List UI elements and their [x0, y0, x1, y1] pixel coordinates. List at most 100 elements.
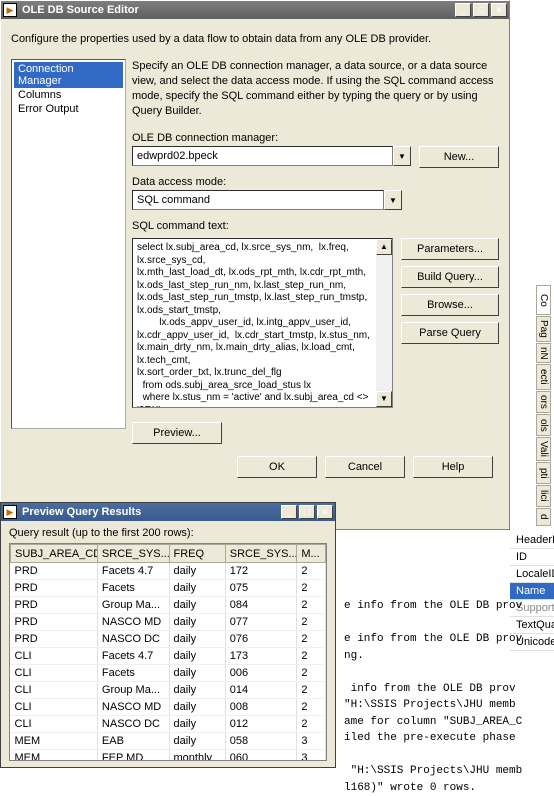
side-tab[interactable]: nN: [536, 343, 551, 363]
cell: daily: [169, 665, 225, 682]
scroll-down-button[interactable]: ▼: [376, 391, 392, 407]
conn-dropdown[interactable]: ▼: [393, 146, 411, 166]
conn-label: OLE DB connection manager:: [132, 132, 499, 144]
cell: 173: [225, 648, 297, 665]
close-button[interactable]: ✕: [491, 3, 507, 17]
table-row[interactable]: CLIFacets 4.7daily1732: [11, 648, 326, 665]
cell: daily: [169, 733, 225, 750]
cell: PRD: [11, 597, 98, 614]
cell: 2: [297, 699, 326, 716]
cell: 014: [225, 682, 297, 699]
table-row[interactable]: PRDGroup Ma...daily0842: [11, 597, 326, 614]
cell: 2: [297, 665, 326, 682]
side-tab[interactable]: ors: [536, 391, 551, 413]
cell: NASCO MD: [97, 699, 169, 716]
table-row[interactable]: CLIFacetsdaily0062: [11, 665, 326, 682]
col-header[interactable]: M...: [297, 545, 326, 563]
cell: Facets 4.7: [97, 648, 169, 665]
ok-button[interactable]: OK: [237, 456, 317, 478]
cell: 2: [297, 631, 326, 648]
side-tab[interactable]: ecti: [536, 364, 551, 390]
preview-button[interactable]: Preview...: [132, 422, 222, 444]
mode-input[interactable]: [132, 190, 384, 210]
titlebar[interactable]: ▶ Preview Query Results _ □ ✕: [1, 503, 335, 521]
cell: EAB: [97, 733, 169, 750]
table-row[interactable]: CLINASCO DCdaily0122: [11, 716, 326, 733]
conn-input[interactable]: [132, 146, 393, 166]
nav-error-output[interactable]: Error Output: [14, 102, 123, 116]
table-row[interactable]: PRDNASCO DCdaily0762: [11, 631, 326, 648]
cell: MEM: [11, 750, 98, 762]
nav-columns[interactable]: Columns: [14, 88, 123, 102]
build-query-button[interactable]: Build Query...: [401, 266, 499, 288]
app-icon: ▶: [3, 505, 17, 519]
cell: NASCO DC: [97, 631, 169, 648]
cell: daily: [169, 631, 225, 648]
side-tab[interactable]: pti: [536, 462, 551, 484]
browse-button[interactable]: Browse...: [401, 294, 499, 316]
scroll-up-button[interactable]: ▲: [376, 239, 392, 255]
cell: 3: [297, 733, 326, 750]
side-tab[interactable]: Pag: [536, 316, 551, 342]
nav-list[interactable]: Connection Manager Columns Error Output: [11, 59, 126, 429]
cell: 2: [297, 648, 326, 665]
table-row[interactable]: MEMFEP MDmonthly0603: [11, 750, 326, 762]
col-header[interactable]: FREQ: [169, 545, 225, 563]
minimize-button[interactable]: _: [455, 3, 471, 17]
sql-textarea[interactable]: select lx.subj_area_cd, lx.srce_sys_nm, …: [132, 238, 393, 408]
desc-text: Specify an OLE DB connection manager, a …: [132, 59, 499, 118]
mode-dropdown[interactable]: ▼: [384, 190, 402, 210]
side-tab[interactable]: lici: [536, 485, 551, 507]
cell: CLI: [11, 648, 98, 665]
cell: 060: [225, 750, 297, 762]
scrollbar[interactable]: [376, 255, 392, 391]
cell: PRD: [11, 580, 98, 597]
prop-item: LocaleID: [510, 566, 554, 583]
col-header[interactable]: SRCE_SYS...: [225, 545, 297, 563]
table-row[interactable]: PRDFacetsdaily0752: [11, 580, 326, 597]
sql-label: SQL command text:: [132, 220, 499, 232]
cell: 075: [225, 580, 297, 597]
cell: 2: [297, 563, 326, 580]
table-row[interactable]: PRDFacets 4.7daily1722: [11, 563, 326, 580]
results-grid[interactable]: SUBJ_AREA_CDSRCE_SYS...FREQSRCE_SYS...M.…: [9, 543, 327, 761]
app-icon: ▶: [3, 3, 17, 17]
cell: CLI: [11, 682, 98, 699]
cell: 008: [225, 699, 297, 716]
cell: NASCO MD: [97, 614, 169, 631]
side-tab[interactable]: ols: [536, 414, 551, 436]
side-tab[interactable]: Co: [536, 285, 551, 315]
side-tab[interactable]: d: [536, 508, 551, 526]
maximize-button[interactable]: □: [299, 505, 315, 519]
parse-query-button[interactable]: Parse Query: [401, 322, 499, 344]
table-row[interactable]: CLIGroup Ma...daily0142: [11, 682, 326, 699]
new-button[interactable]: New...: [419, 146, 499, 168]
titlebar[interactable]: ▶ OLE DB Source Editor _ □ ✕: [1, 1, 509, 19]
maximize-button[interactable]: □: [473, 3, 489, 17]
cell: CLI: [11, 665, 98, 682]
cell: Group Ma...: [97, 682, 169, 699]
minimize-button[interactable]: _: [281, 505, 297, 519]
help-button[interactable]: Help: [413, 456, 493, 478]
side-tab[interactable]: Vali: [536, 437, 551, 461]
cell: 2: [297, 614, 326, 631]
prop-item: HeaderR: [510, 532, 554, 549]
cell: 3: [297, 750, 326, 762]
close-button[interactable]: ✕: [317, 505, 333, 519]
nav-connection-manager[interactable]: Connection Manager: [14, 62, 123, 88]
cell: CLI: [11, 716, 98, 733]
table-row[interactable]: MEMEABdaily0583: [11, 733, 326, 750]
cell: 2: [297, 716, 326, 733]
cell: FEP MD: [97, 750, 169, 762]
col-header[interactable]: SRCE_SYS...: [97, 545, 169, 563]
col-header[interactable]: SUBJ_AREA_CD: [11, 545, 98, 563]
cell: 076: [225, 631, 297, 648]
cancel-button[interactable]: Cancel: [325, 456, 405, 478]
cell: daily: [169, 699, 225, 716]
preview-query-results-window: ▶ Preview Query Results _ □ ✕ Query resu…: [0, 502, 336, 768]
cell: monthly: [169, 750, 225, 762]
parameters-button[interactable]: Parameters...: [401, 238, 499, 260]
table-row[interactable]: PRDNASCO MDdaily0772: [11, 614, 326, 631]
table-row[interactable]: CLINASCO MDdaily0082: [11, 699, 326, 716]
cell: 2: [297, 580, 326, 597]
